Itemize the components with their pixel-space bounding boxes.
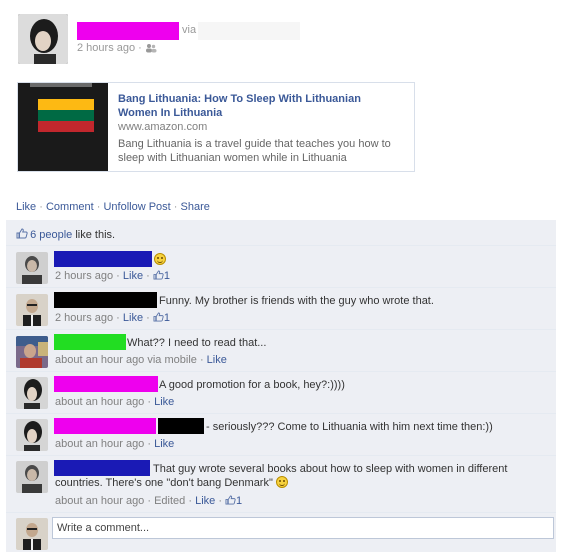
mentioned-name-redacted[interactable]	[158, 418, 204, 434]
commenter-name-redacted[interactable]	[54, 292, 157, 308]
shared-link-card[interactable]: Bang Lithuania: How To Sleep With Lithua…	[17, 82, 415, 172]
action-dot: ·	[39, 201, 43, 213]
commenter-name-redacted[interactable]	[54, 334, 126, 350]
comment-time[interactable]: about an hour ago via mobile	[55, 354, 197, 366]
post-action-bar: Like · Comment · Unfollow Post · Share	[16, 201, 210, 213]
comment-meta: 2 hours ago · Like · 1	[55, 312, 170, 324]
commenter-avatar[interactable]	[16, 294, 48, 326]
commenter-avatar[interactable]	[16, 461, 48, 493]
divider	[6, 245, 556, 246]
comment-input-placeholder: Write a comment...	[57, 522, 150, 534]
likes-suffix: like this.	[75, 229, 116, 241]
comment-like-count[interactable]: 1	[236, 495, 242, 507]
like-count-icon[interactable]	[153, 270, 164, 280]
shared-link-domain: www.amazon.com	[118, 121, 208, 133]
comment-time[interactable]: about an hour ago	[55, 495, 144, 507]
comment-body-line2-text: countries. There's one "don't bang Denma…	[55, 477, 273, 489]
like-count-icon[interactable]	[153, 312, 164, 322]
comment-body-line2: countries. There's one "don't bang Denma…	[55, 476, 288, 490]
commenter-name-redacted[interactable]	[54, 460, 150, 476]
likers-link[interactable]: 6 people	[30, 229, 72, 241]
poster-avatar[interactable]	[18, 14, 68, 64]
poster-name-redacted[interactable]	[77, 22, 179, 40]
comment-like-link[interactable]: Like	[123, 312, 143, 324]
commenter-name-redacted[interactable]	[54, 418, 156, 434]
post-time[interactable]: 2 hours ago	[77, 42, 135, 54]
comment-meta: about an hour ago via mobile · Like	[55, 354, 227, 366]
shared-link-title[interactable]: Bang Lithuania: How To Sleep With Lithua…	[118, 92, 398, 120]
comment-body-line1: That guy wrote several books about how t…	[153, 463, 508, 475]
app-name-redacted[interactable]	[198, 22, 300, 40]
like-count-icon[interactable]	[225, 495, 236, 505]
commenter-avatar[interactable]	[16, 252, 48, 284]
smiley-emoticon	[154, 253, 166, 265]
comment-like-link[interactable]: Like	[123, 270, 143, 282]
comment-input[interactable]: Write a comment...	[52, 517, 554, 539]
comment-meta: about an hour ago · Like	[55, 396, 175, 408]
unfollow-post-link[interactable]: Unfollow Post	[103, 201, 170, 213]
comment-body: Funny. My brother is friends with the gu…	[159, 295, 434, 307]
viewer-avatar	[16, 518, 48, 550]
comment-meta: 2 hours ago · Like · 1	[55, 270, 170, 282]
comment-link[interactable]: Comment	[46, 201, 94, 213]
comment-like-link[interactable]: Like	[154, 438, 174, 450]
comment-edited[interactable]: Edited	[154, 495, 185, 507]
post-meta: 2 hours ago ·	[77, 42, 157, 56]
book-cover-title-strip	[30, 83, 92, 87]
action-dot: ·	[96, 201, 101, 213]
friends-icon[interactable]	[145, 43, 157, 56]
thumbs-up-icon	[16, 228, 28, 239]
divider	[6, 455, 556, 456]
commenter-avatar[interactable]	[16, 336, 48, 368]
comment-time[interactable]: about an hour ago	[55, 438, 144, 450]
comment-time[interactable]: 2 hours ago	[55, 270, 113, 282]
book-cover-thumbnail[interactable]	[18, 83, 108, 171]
comment-like-link[interactable]: Like	[207, 354, 227, 366]
likes-sentence: 6 people like this.	[16, 228, 115, 241]
divider	[6, 371, 556, 372]
comment-time[interactable]: about an hour ago	[55, 396, 144, 408]
post-dot: ·	[138, 42, 142, 54]
comment-body: - seriously??? Come to Lithuania with hi…	[206, 421, 493, 433]
commenter-name-redacted[interactable]	[54, 376, 158, 392]
divider	[6, 287, 556, 288]
comment-like-link[interactable]: Like	[154, 396, 174, 408]
like-post-link[interactable]: Like	[16, 201, 36, 213]
lithuania-flag-image	[38, 99, 94, 132]
divider	[6, 413, 556, 414]
commenter-name-redacted[interactable]	[54, 251, 152, 267]
comment-like-count[interactable]: 1	[164, 312, 170, 324]
comment-body: What?? I need to read that...	[127, 337, 267, 349]
comment-time[interactable]: 2 hours ago	[55, 312, 113, 324]
commenter-avatar[interactable]	[16, 377, 48, 409]
via-label: via	[182, 24, 197, 36]
divider	[6, 512, 556, 513]
comment-like-link[interactable]: Like	[195, 495, 215, 507]
action-dot: ·	[173, 201, 178, 213]
comment-meta: about an hour ago · Edited · Like · 1	[55, 495, 243, 507]
divider	[6, 329, 556, 330]
smiley-emoticon	[275, 476, 288, 488]
share-link[interactable]: Share	[181, 201, 210, 213]
shared-link-description: Bang Lithuania is a travel guide that te…	[118, 138, 391, 164]
commenter-avatar[interactable]	[16, 419, 48, 451]
comment-like-count[interactable]: 1	[164, 270, 170, 282]
comment-body: A good promotion for a book, hey?:))))	[159, 379, 345, 391]
comment-meta: about an hour ago · Like	[55, 438, 175, 450]
